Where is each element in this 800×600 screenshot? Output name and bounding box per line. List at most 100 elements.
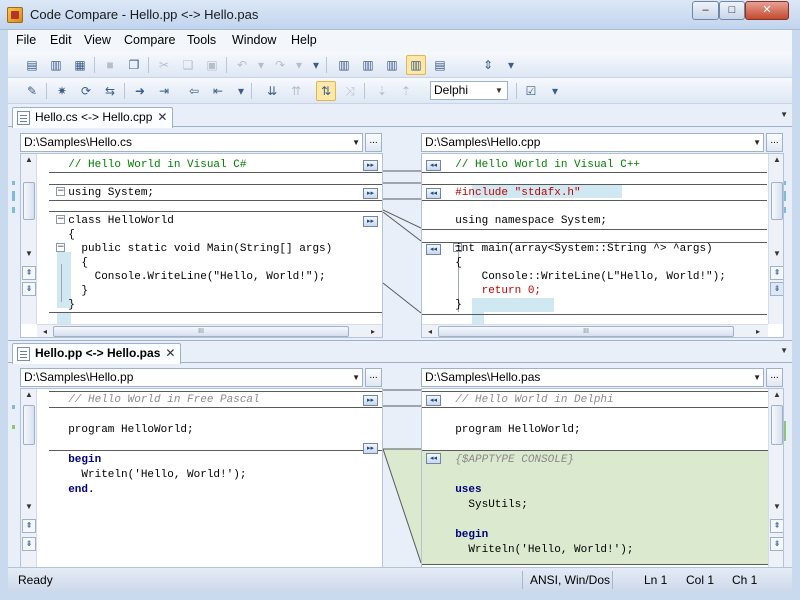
menu-view[interactable]: View [84, 33, 111, 47]
copy-all-right-icon[interactable]: ⇥ [154, 81, 174, 101]
toolbar-overflow-icon[interactable]: ▾ [545, 81, 565, 101]
next-conflict-icon[interactable]: ⇣ [372, 81, 392, 101]
scroll-down-icon[interactable]: ▼ [769, 248, 783, 260]
swap-icon[interactable]: ⇆ [100, 81, 120, 101]
close-icon[interactable]: ✕ [157, 108, 167, 127]
copy-to-right-icon[interactable]: ▸▸ [363, 443, 378, 454]
chevron-down-icon[interactable]: ▼ [780, 346, 788, 355]
compare-options-icon[interactable]: ✎ [22, 81, 42, 101]
left-file-path[interactable]: D:\Samples\Hello.cs ▼ [20, 133, 363, 152]
horizontal-layout-icon[interactable]: ▤ [430, 55, 450, 75]
menu-help[interactable]: Help [291, 33, 317, 47]
browse-right-button[interactable]: ... [766, 133, 783, 152]
paste-icon[interactable]: ▣ [202, 55, 222, 75]
undo-icon[interactable]: ↶ [232, 55, 252, 75]
menu-file[interactable]: File [16, 33, 36, 47]
copy-to-left-icon[interactable]: ◂◂ [426, 188, 441, 199]
left-overview-bar[interactable] [12, 401, 16, 511]
toolbar-overflow-icon[interactable]: ▾ [231, 81, 251, 101]
two-way-layout-icon[interactable]: ▥ [334, 55, 354, 75]
previous-difference-icon[interactable]: ⇈ [286, 81, 306, 101]
show-differences-icon[interactable]: ⇅ [316, 81, 336, 101]
scroll-thumb[interactable]: III [438, 326, 734, 337]
last-difference-icon[interactable]: ⇟ [22, 537, 36, 551]
right-code-editor[interactable]: − ◂◂ ◂◂ ◂◂ // Hello World in Visual C++ … [421, 153, 784, 338]
scroll-up-icon[interactable]: ▲ [21, 154, 37, 166]
settings-icon[interactable]: ✷ [52, 81, 72, 101]
scroll-thumb[interactable] [771, 182, 783, 220]
first-difference-icon[interactable]: ⇞ [22, 519, 36, 533]
next-difference-icon[interactable]: ⇊ [262, 81, 282, 101]
scroll-right-icon[interactable]: ▸ [367, 325, 379, 337]
previous-conflict-icon[interactable]: ⇡ [396, 81, 416, 101]
scroll-up-icon[interactable]: ▲ [769, 154, 783, 166]
menu-tools[interactable]: Tools [187, 33, 216, 47]
right-vertical-scrollbar[interactable]: ▲ ▼ ⇞ ⇟ [768, 389, 783, 567]
left-vertical-scrollbar[interactable]: ▲ ▼ ⇞ ⇟ [21, 389, 37, 567]
merge-icon[interactable]: ⤨ [340, 81, 360, 101]
browse-left-button[interactable]: ... [365, 368, 382, 387]
right-code-editor[interactable]: ◂◂ ◂◂ // Hello World in Delphi program H… [421, 388, 784, 568]
refresh-icon[interactable]: ⟳ [76, 81, 96, 101]
copy-to-left-icon[interactable]: ◂◂ [426, 244, 441, 255]
menu-edit[interactable]: Edit [50, 33, 72, 47]
right-file-path[interactable]: D:\Samples\Hello.cpp ▼ [421, 133, 764, 152]
close-icon[interactable]: ✕ [165, 344, 175, 363]
options-icon[interactable]: ☑ [521, 81, 541, 101]
scroll-down-icon[interactable]: ▼ [21, 248, 37, 260]
tab-hello-pp-pas[interactable]: Hello.pp <-> Hello.pas ✕ [12, 343, 182, 364]
scroll-down-icon[interactable]: ▼ [21, 501, 37, 513]
undo-dropdown-icon[interactable]: ▾ [251, 55, 271, 75]
last-difference-icon[interactable]: ⇟ [770, 537, 783, 551]
scroll-thumb[interactable]: III [53, 326, 349, 337]
scroll-thumb[interactable] [23, 405, 35, 445]
copy-to-left-icon[interactable]: ◂◂ [426, 160, 441, 171]
close-button[interactable]: ✕ [745, 1, 789, 20]
save-all-icon[interactable]: ❐ [124, 55, 144, 75]
scroll-left-icon[interactable]: ◂ [424, 325, 436, 337]
copy-icon[interactable]: ❏ [178, 55, 198, 75]
minimize-button[interactable]: – [692, 1, 719, 20]
chevron-down-icon[interactable]: ▼ [780, 110, 788, 119]
copy-to-right-icon[interactable]: ▸▸ [363, 395, 378, 406]
encoding-indicator[interactable]: ANSI, Win/Dos [530, 571, 610, 589]
copy-to-left-icon[interactable]: ◂◂ [426, 453, 441, 464]
left-horizontal-scrollbar[interactable]: ◂ III ▸ [37, 324, 382, 337]
first-difference-icon[interactable]: ⇞ [770, 266, 783, 280]
language-select[interactable]: Delphi ▼ [430, 81, 508, 100]
menu-compare[interactable]: Compare [124, 33, 175, 47]
align-icon[interactable]: ⇕ [478, 55, 498, 75]
copy-to-right-icon[interactable]: ▸▸ [363, 160, 378, 171]
toolbar-overflow-icon[interactable]: ▾ [501, 55, 521, 75]
left-code-editor[interactable]: ▲ ▼ ⇞ ⇟ − − − // Hello World in Visual C… [20, 153, 383, 338]
menu-window[interactable]: Window [232, 33, 276, 47]
right-vertical-scrollbar[interactable]: ▲ ▼ ⇞ ⇟ [768, 154, 783, 324]
last-difference-icon[interactable]: ⇟ [770, 282, 783, 296]
copy-to-left-icon[interactable]: ◂◂ [426, 395, 441, 406]
browse-left-button[interactable]: ... [365, 133, 382, 152]
copy-right-icon[interactable]: ➜ [130, 81, 150, 101]
cut-icon[interactable]: ✂ [154, 55, 174, 75]
browse-right-button[interactable]: ... [766, 368, 783, 387]
maximize-button[interactable]: □ [719, 1, 745, 20]
copy-to-right-icon[interactable]: ▸▸ [363, 188, 378, 199]
left-file-path[interactable]: D:\Samples\Hello.pp ▼ [20, 368, 363, 387]
right-file-path[interactable]: D:\Samples\Hello.pas ▼ [421, 368, 764, 387]
right-horizontal-scrollbar[interactable]: ◂ III ▸ [422, 324, 768, 337]
vertical-layout-icon[interactable]: ▥ [406, 55, 426, 75]
left-overview-bar[interactable] [12, 165, 16, 275]
copy-to-right-icon[interactable]: ▸▸ [363, 216, 378, 227]
scroll-left-icon[interactable]: ◂ [39, 325, 51, 337]
scroll-right-icon[interactable]: ▸ [752, 325, 764, 337]
left-code-editor[interactable]: ▲ ▼ ⇞ ⇟ // Hello World in Free Pascal pr… [20, 388, 383, 568]
first-difference-icon[interactable]: ⇞ [770, 519, 783, 533]
save-icon[interactable]: ■ [100, 55, 120, 75]
side-by-side-icon[interactable]: ▥ [382, 55, 402, 75]
new-merge-icon[interactable]: ▥ [46, 55, 66, 75]
left-vertical-scrollbar[interactable]: ▲ ▼ ⇞ ⇟ [21, 154, 37, 324]
redo-icon[interactable]: ↷ [270, 55, 290, 75]
open-folder-icon[interactable]: ▦ [70, 55, 90, 75]
scroll-thumb[interactable] [23, 182, 35, 220]
tab-hello-cs-cpp[interactable]: Hello.cs <-> Hello.cpp ✕ [12, 107, 174, 128]
new-comparison-icon[interactable]: ▤ [22, 55, 42, 75]
